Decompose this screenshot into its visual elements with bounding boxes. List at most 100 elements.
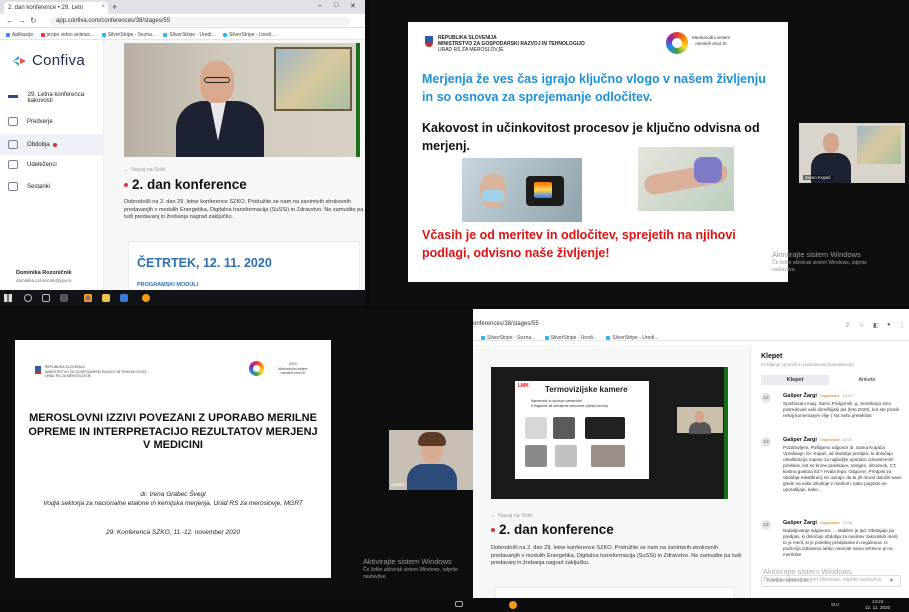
logo-caption-line: Mednarodni sistem [692,35,731,40]
tab-title: 2. dan konference • 29. Letn [8,5,84,11]
screen-icon[interactable] [455,601,463,607]
app-icon[interactable] [142,294,150,302]
search-icon[interactable] [24,294,32,302]
slide-conference: 29. Konferenca SZKO, 11.-12. november 20… [106,529,240,536]
header-line: REPUBLIKA SLOVENIJA [438,35,497,41]
speaker-thumbnail[interactable]: grabec [389,430,473,490]
tray-language[interactable]: SLV [831,602,839,607]
si-units-logo-icon [249,361,264,376]
lmk-logo: LMK [518,383,529,389]
shared-slide: LMK Termovizijske kamere Namenske in spl… [515,381,649,479]
menu-icon[interactable]: ⋮ [899,322,905,329]
clock-time: 14:24 [871,599,884,604]
maximize-icon[interactable]: □ [334,2,338,9]
programme-modules-label[interactable]: PROGRAMSKI MODULI [137,282,198,288]
task-view-icon[interactable] [42,294,50,302]
activation-title: Aktivirajte sistem Windows [772,250,861,259]
speaker-thumbnail[interactable] [677,407,723,434]
mail-icon[interactable] [120,294,128,302]
bookmarks-bar: SilverStripe - Sezna... SilverStripe - U… [473,333,909,344]
sidebar-item-label: Udeleženci [27,162,57,169]
minimize-icon[interactable]: – [318,2,322,9]
sidebar-item-sestanki[interactable]: Sestanki [8,182,50,191]
windows-start-icon[interactable] [4,294,12,302]
slide-author: dr. Irena Grabec Švegl Vodja sektorja za… [25,490,321,508]
presentation-window-top-right: REPUBLIKA SLOVENIJA MINISTRSTVO ZA GOSPO… [370,0,909,306]
extension-icon[interactable]: ◧ [873,322,879,329]
tab-polls[interactable]: Ankete [833,375,901,385]
bookmark-item[interactable]: SilverStripe - Sezna... [481,335,535,341]
bookmark-item[interactable]: SilverStripe - Uredi... [222,32,275,38]
address-bar: ← → ↻ app.confiva.com/conferences/38/sta… [0,14,365,28]
sidebar-item-conference[interactable]: 29. Letna konferenca kakovosti [8,92,104,104]
new-tab-icon[interactable]: + [112,2,117,12]
sidebar-item-obdobja[interactable]: Obdobja [0,134,104,155]
bookmark-item[interactable]: SilverStripe - Uredi... [163,32,216,38]
windows-activation-watermark: Aktivirajte sistem Windows Če želite akt… [772,250,892,274]
header-line: MINISTRSTVO ZA GOSPODARSKI RAZVOJ IN TEH… [438,41,585,48]
intro-text: Dobrodošli na 2. dan 29. letne konferenc… [491,545,741,566]
activation-title: Aktivirajte sistem Windows [363,557,452,566]
windows-taskbar [0,597,473,612]
url-field[interactable]: onferences/38/stages/55 [473,321,539,327]
conference-icon [8,95,18,98]
bookmark-star-icon[interactable]: ☆ [859,322,864,329]
share-icon[interactable]: ⇪ [845,322,850,329]
app-icon[interactable] [509,601,517,609]
shared-slide-bullets: Namenske in splošno-namenske 5 Hajaenie … [531,399,608,409]
taskbar-clock[interactable]: 14:24 12. 11. 2020 [865,599,890,611]
slide-title: MEROSLOVNI IZZIVI POVEZANI Z UPORABO MER… [28,412,318,451]
sidebar-item-label: Obdobja [27,142,50,149]
back-link-label: Nazaj na Sobi [131,167,166,173]
header-line: URAD RS ZA MEROSLOVJE [438,47,504,54]
forward-icon[interactable]: → [18,16,26,25]
presentation-slide: REPUBLIKA SLOVENIJA MINISTRSTVO ZA GOSPO… [15,340,331,578]
speaker-thumbnail[interactable]: Samo Kopač [799,123,905,183]
message-text: Spoštovani mag. Samo Podgornik, g. Smrek… [783,401,899,418]
reload-icon[interactable]: ↻ [30,16,37,25]
sidebar-item-predverje[interactable]: Predverje [8,117,53,126]
live-dot [491,528,495,533]
url-field[interactable]: app.confiva.com/conferences/38/stages/55 [50,17,350,26]
tab-close-icon[interactable]: × [101,4,105,10]
message-author: Gašper Žargi [783,520,817,526]
bookmark-item[interactable]: SilverStripe - Uredi... [606,335,658,341]
back-to-rooms-link[interactable]: ← Nazaj na Sobi [491,513,532,519]
file-explorer-icon[interactable] [102,294,110,302]
windows-activation-watermark: Aktivirajte sistem Windows Če želite akt… [763,567,903,584]
message-time: 10:22 [842,394,853,398]
photo-mask [482,190,504,202]
speaker-video[interactable] [124,43,360,157]
camera-device-photo [525,445,547,467]
profile-icon[interactable]: ● [887,322,891,328]
back-to-rooms-link[interactable]: ← Nazaj na Sobi [124,167,165,173]
thermal-camera-photo [462,158,582,222]
chat-subtitle: Pošiljanje sporočil in podrobnosti komun… [761,362,854,367]
avatar: GŽ [761,520,771,530]
logo-caption: 2019 Mednarodni sistem merskih enot SI [278,362,308,376]
browser-tab[interactable]: 2. dan konference • 29. Letn × [4,2,108,14]
bookmark-item[interactable]: propo video animac... [40,32,94,38]
app-icon[interactable] [60,294,68,302]
message-text: Nadaljevanje odgovora: ... stabilen je i… [783,528,899,557]
shared-screen-video[interactable]: LMK Termovizijske kamere Namenske in spl… [491,367,728,499]
page-title: 2. dan konference [491,522,614,537]
sidebar-item-label: 29. Letna konferenca kakovosti [27,92,85,104]
bookmark-label: Aplikacije [12,32,34,38]
tab-chat[interactable]: Klepet [761,375,829,385]
sidebar-item-udelezenci[interactable]: Udeleženci [8,160,57,169]
chrome-icon[interactable] [84,294,92,302]
si-units-logo-icon [666,32,688,54]
bookmark-apps[interactable]: Aplikacije [6,32,33,38]
thumbnail-head [823,133,839,153]
close-icon[interactable]: ✕ [350,2,356,10]
app-logo[interactable]: Confiva [32,52,85,69]
thumbnail-map [857,126,901,164]
bookmark-item[interactable]: SilverStripe - Sezna... [101,32,156,38]
bookmark-item[interactable]: SilverStripe - Uredi... [544,335,597,341]
back-icon[interactable]: ← [6,16,14,25]
meeting-icon [8,182,18,191]
author-name: dr. Irena Grabec Švegl [140,491,206,498]
user-profile[interactable]: Dominika Rozoničnik dominika.rozonicnik@… [16,270,72,285]
windows-taskbar: SLV 14:24 12. 11. 2020 [473,598,909,612]
